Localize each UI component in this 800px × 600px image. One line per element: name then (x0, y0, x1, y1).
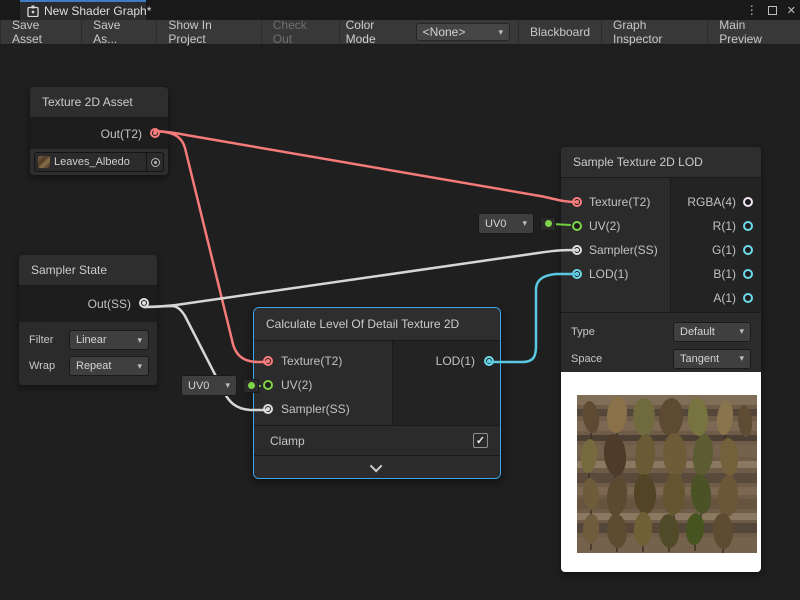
port-label-sampler: Sampler(SS) (281, 402, 350, 416)
port-label-r: R(1) (713, 219, 736, 233)
shader-graph-icon (27, 5, 39, 17)
clamp-label: Clamp (270, 434, 305, 448)
port-in-texture[interactable] (263, 356, 273, 366)
port-label-b: B(1) (713, 267, 736, 281)
show-in-project-button[interactable]: Show In Project (157, 20, 261, 44)
object-picker-icon (151, 158, 160, 167)
wrap-dropdown[interactable]: Repeat ▾ (69, 356, 149, 376)
space-dropdown[interactable]: Tangent ▾ (673, 349, 751, 369)
port-out-a[interactable] (743, 293, 753, 303)
port-label-sampler: Sampler(SS) (589, 243, 658, 257)
port-label-lod-out: LOD(1) (436, 354, 475, 368)
texture-asset-name: Leaves_Albedo (54, 156, 146, 168)
wire-sampler-to-sample[interactable] (144, 250, 577, 307)
node-texture-2d-asset[interactable]: Texture 2D Asset Out(T2) Leaves_Albedo (30, 87, 168, 175)
port-label-texture: Texture(T2) (281, 354, 342, 368)
port-label-out-ss: Out(SS) (88, 297, 131, 311)
port-out-g[interactable] (743, 245, 753, 255)
port-in-texture[interactable] (572, 197, 582, 207)
chevron-down-icon (369, 459, 382, 472)
port-out-ss[interactable] (139, 298, 149, 308)
shader-graph-window: Texture 2D Asset Out(T2) Leaves_Albedo S… (0, 0, 800, 600)
node-calculate-lod-texture-2d[interactable]: Calculate Level Of Detail Texture 2D Tex… (253, 307, 501, 479)
port-label-uv: UV(2) (281, 378, 312, 392)
node-title: Sampler State (19, 255, 157, 286)
filter-value: Linear (76, 334, 107, 346)
port-label-uv: UV(2) (589, 219, 620, 233)
uv-channel-dropdown[interactable]: UV0 ▾ (181, 375, 237, 396)
space-value: Tangent (680, 353, 719, 365)
port-out-lod[interactable] (484, 356, 494, 366)
node-title: Calculate Level Of Detail Texture 2D (254, 308, 500, 341)
save-as-button[interactable]: Save As... (82, 20, 157, 44)
chevron-down-icon: ▾ (498, 28, 503, 37)
filter-dropdown[interactable]: Linear ▾ (69, 330, 149, 350)
vector2-dot-icon (545, 220, 552, 227)
chevron-down-icon: ▾ (522, 219, 527, 228)
tab-bar: New Shader Graph* ⋮ ✕ (0, 0, 800, 20)
node-title: Sample Texture 2D LOD (561, 147, 761, 178)
uv-port-chip (243, 379, 259, 393)
port-label-texture: Texture(T2) (589, 195, 650, 209)
port-in-uv[interactable] (572, 221, 582, 231)
close-icon[interactable]: ✕ (787, 4, 796, 17)
type-label: Type (571, 326, 673, 338)
node-title: Texture 2D Asset (30, 87, 168, 118)
color-mode-label: Color Mode (340, 20, 416, 44)
node-preview-image (561, 372, 761, 572)
color-mode-value: <None> (423, 25, 466, 39)
uv-channel-widget-calculate: UV0 ▾ (181, 375, 259, 396)
texture-thumbnail-icon (38, 156, 50, 168)
port-label-out-t2: Out(T2) (101, 127, 142, 141)
port-in-uv[interactable] (263, 380, 273, 390)
main-preview-button[interactable]: Main Preview (708, 20, 800, 44)
node-sample-texture-2d-lod[interactable]: Sample Texture 2D LOD Texture(T2) UV(2) … (561, 147, 761, 572)
check-out-button: Check Out (262, 20, 340, 44)
uv-port-chip (540, 217, 556, 231)
clamp-checkbox[interactable]: ✓ (473, 433, 488, 448)
port-label-lod: LOD(1) (589, 267, 628, 281)
chevron-down-icon: ▾ (137, 362, 142, 371)
tab-title: New Shader Graph* (44, 4, 151, 18)
window-menu-icon[interactable]: ⋮ (746, 0, 758, 20)
uv-channel-dropdown[interactable]: UV0 ▾ (478, 213, 534, 234)
chevron-down-icon: ▾ (137, 336, 142, 345)
filter-label: Filter (29, 334, 69, 346)
chevron-down-icon: ▾ (739, 327, 744, 336)
wrap-value: Repeat (76, 360, 111, 372)
tab-new-shader-graph[interactable]: New Shader Graph* (20, 0, 146, 20)
uv-channel-value: UV0 (485, 218, 506, 230)
object-picker-button[interactable] (146, 153, 163, 171)
port-label-a: A(1) (713, 291, 736, 305)
wire-texture-to-calculate[interactable] (155, 131, 267, 362)
port-label-g: G(1) (712, 243, 736, 257)
maximize-icon[interactable] (768, 6, 777, 15)
toolbar: Save Asset Save As... Show In Project Ch… (0, 20, 800, 45)
port-out-t2[interactable] (150, 128, 160, 138)
port-label-rgba: RGBA(4) (687, 195, 736, 209)
vector2-dot-icon (248, 382, 255, 389)
port-out-rgba[interactable] (743, 197, 753, 207)
graph-inspector-button[interactable]: Graph Inspector (602, 20, 708, 44)
color-mode-dropdown[interactable]: <None> ▾ (416, 23, 510, 41)
port-in-sampler[interactable] (572, 245, 582, 255)
node-sampler-state[interactable]: Sampler State Out(SS) Filter Linear ▾ Wr… (19, 255, 157, 385)
wrap-label: Wrap (29, 360, 69, 372)
type-dropdown[interactable]: Default ▾ (673, 322, 751, 342)
uv-channel-value: UV0 (188, 380, 209, 392)
chevron-down-icon: ▾ (225, 381, 230, 390)
wire-texture-to-sample[interactable] (155, 131, 577, 202)
blackboard-button[interactable]: Blackboard (518, 20, 602, 44)
uv-channel-widget-sample: UV0 ▾ (478, 213, 556, 234)
port-out-r[interactable] (743, 221, 753, 231)
port-in-sampler[interactable] (263, 404, 273, 414)
node-expander-button[interactable] (254, 455, 500, 478)
port-in-lod[interactable] (572, 269, 582, 279)
space-label: Space (571, 353, 673, 365)
chevron-down-icon: ▾ (739, 354, 744, 363)
texture-object-field[interactable]: Leaves_Albedo (34, 152, 164, 172)
port-out-b[interactable] (743, 269, 753, 279)
save-asset-button[interactable]: Save Asset (0, 20, 82, 44)
type-value: Default (680, 326, 715, 338)
